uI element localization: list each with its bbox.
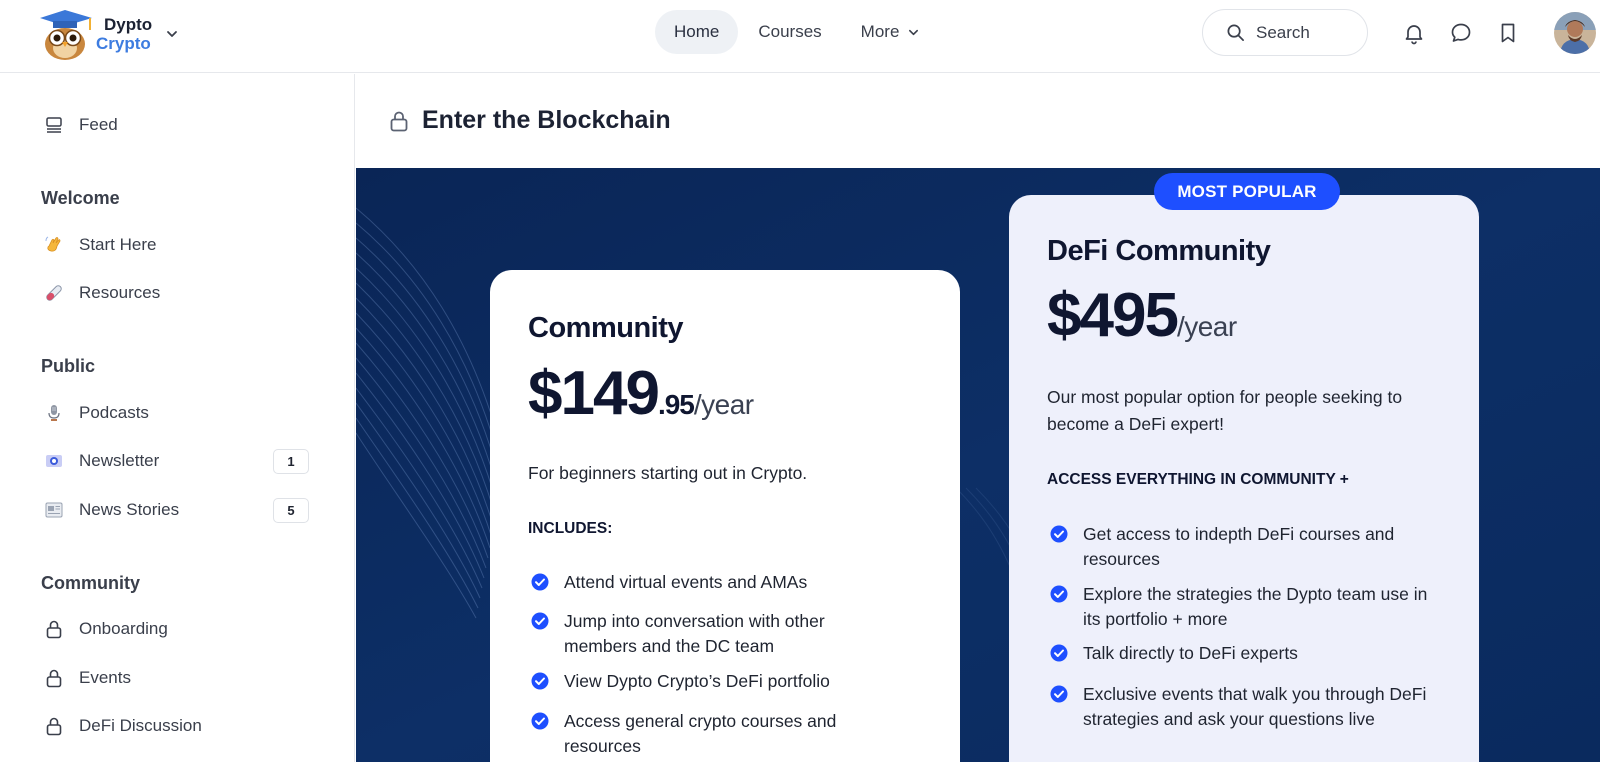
- check-circle-icon: [1050, 685, 1068, 703]
- check-circle-icon: [531, 712, 549, 730]
- lock-icon: [390, 111, 408, 132]
- sidebar-item-resources[interactable]: Resources: [34, 273, 309, 313]
- newspaper-icon: [45, 502, 63, 518]
- feature-item: View Dypto Crypto’s DeFi portfolio: [531, 669, 931, 694]
- feature-text: Exclusive events that walk you through D…: [1083, 684, 1427, 729]
- feature-item: Attend virtual events and AMAs: [531, 570, 931, 595]
- feature-item: Exclusive events that walk you through D…: [1050, 682, 1430, 732]
- nav-courses-label: Courses: [758, 22, 822, 41]
- feature-text: Jump into conversation with other member…: [564, 611, 825, 656]
- nav-more-label: More: [860, 22, 900, 41]
- feature-text: Get access to indepth DeFi courses and r…: [1083, 524, 1395, 569]
- sidebar-item-onboarding[interactable]: Onboarding: [34, 609, 309, 649]
- check-circle-icon: [531, 672, 549, 690]
- price-cents: .95: [657, 389, 695, 420]
- count-badge: 1: [273, 449, 309, 474]
- nav-home[interactable]: Home: [655, 10, 739, 54]
- sidebar-item-label: News Stories: [79, 500, 180, 519]
- nav-home-label: Home: [674, 22, 720, 41]
- feature-item: Jump into conversation with other member…: [531, 609, 891, 659]
- sidebar-item-podcasts[interactable]: Podcasts: [34, 393, 309, 433]
- microphone-icon: [48, 405, 60, 421]
- feature-text: Attend virtual events and AMAs: [564, 572, 808, 592]
- includes-heading: INCLUDES:: [528, 520, 613, 537]
- check-circle-icon: [531, 573, 549, 591]
- feed-icon: [46, 117, 62, 133]
- sidebar-item-label: DeFi Discussion: [79, 716, 202, 735]
- plan-description: For beginners starting out in Crypto.: [528, 463, 808, 483]
- feature-text: View Dypto Crypto’s DeFi portfolio: [564, 671, 830, 691]
- plan-card-defi-community[interactable]: DeFi Community $495 /year Our most popul…: [1009, 195, 1479, 762]
- lock-icon: [46, 620, 62, 639]
- sidebar-item-start-here[interactable]: Start Here: [34, 225, 309, 265]
- sidebar-item-events[interactable]: Events: [34, 658, 309, 698]
- feature-item: Explore the strategies the Dypto team us…: [1050, 582, 1430, 632]
- price-amount: $149: [528, 359, 660, 428]
- chat-icon[interactable]: [1449, 21, 1473, 45]
- chevron-down-icon: [167, 31, 178, 37]
- feature-text: Talk directly to DeFi experts: [1083, 643, 1298, 663]
- newsletter-icon: [46, 455, 62, 467]
- sidebar-item-label: Feed: [79, 115, 118, 134]
- feature-item: Access general crypto courses and resour…: [531, 709, 891, 759]
- sidebar-item-label: Podcasts: [79, 403, 149, 422]
- plan-description: Our most popular option for people seeki…: [1047, 387, 1403, 434]
- plan-name: DeFi Community: [1047, 235, 1271, 267]
- plan-price: $495 /year: [1047, 280, 1237, 351]
- lock-icon: [46, 717, 62, 736]
- sidebar-item-label: Onboarding: [79, 619, 168, 638]
- check-circle-icon: [1050, 644, 1068, 662]
- sidebar-item-newsletter[interactable]: Newsletter 1: [34, 441, 309, 481]
- nav-courses[interactable]: Courses: [739, 10, 840, 54]
- most-popular-badge: MOST POPULAR: [1154, 173, 1340, 210]
- count-badge: 5: [273, 498, 309, 523]
- lock-icon: [46, 669, 62, 688]
- section-heading-community: Community: [41, 573, 140, 593]
- feature-text: Access general crypto courses and resour…: [564, 711, 837, 756]
- main-nav: Home Courses More: [655, 10, 939, 54]
- plan-card-community[interactable]: Community $149 .95 /year For beginners s…: [490, 270, 960, 762]
- sidebar-item-label: Events: [79, 668, 131, 687]
- price-period: /year: [1176, 311, 1237, 342]
- sidebar-item-defi-discussion[interactable]: DeFi Discussion: [34, 706, 309, 746]
- brand-name-line1: Dypto: [104, 15, 153, 34]
- nav-more[interactable]: More: [842, 10, 939, 54]
- plan-price: $149 .95 /year: [528, 358, 754, 429]
- sidebar: Feed Welcome Start Here Resources Public…: [0, 74, 355, 762]
- sidebar-item-label: Newsletter: [79, 451, 160, 470]
- bookmark-icon[interactable]: [1496, 21, 1520, 45]
- brand-name-line2: Crypto: [96, 34, 151, 53]
- check-circle-icon: [1050, 585, 1068, 603]
- wave-hand-icon: [45, 236, 61, 252]
- includes-heading: ACCESS EVERYTHING IN COMMUNITY +: [1047, 471, 1349, 488]
- avatar[interactable]: [1554, 12, 1596, 54]
- check-circle-icon: [1050, 525, 1068, 543]
- pricing-hero: Community $149 .95 /year For beginners s…: [356, 168, 1600, 762]
- plan-name: Community: [528, 312, 684, 344]
- section-heading-welcome: Welcome: [41, 188, 120, 208]
- top-header: Dypto Crypto Home Courses More Search: [0, 0, 1600, 73]
- sidebar-item-feed[interactable]: Feed: [34, 105, 309, 145]
- sidebar-item-label: Resources: [79, 283, 161, 302]
- check-circle-icon: [531, 612, 549, 630]
- sidebar-item-label: Start Here: [79, 235, 157, 254]
- page-header: Enter the Blockchain: [356, 74, 1600, 168]
- page-title: Enter the Blockchain: [422, 106, 671, 134]
- feature-item: Talk directly to DeFi experts: [1050, 641, 1430, 666]
- owl-logo-icon: [40, 10, 92, 60]
- feature-text: Explore the strategies the Dypto team us…: [1083, 584, 1428, 629]
- chevron-down-icon: [909, 29, 919, 35]
- price-amount: $495: [1047, 281, 1179, 350]
- section-heading-public: Public: [41, 356, 96, 376]
- brand-switcher[interactable]: Dypto Crypto: [34, 8, 178, 60]
- feature-item: Get access to indepth DeFi courses and r…: [1050, 522, 1430, 572]
- bell-icon[interactable]: [1402, 21, 1426, 45]
- test-tube-icon: [46, 285, 62, 301]
- search-placeholder: Search: [1256, 22, 1310, 42]
- search-button[interactable]: Search: [1202, 9, 1368, 56]
- sidebar-item-news-stories[interactable]: News Stories 5: [34, 490, 309, 530]
- price-period: /year: [693, 389, 754, 420]
- search-icon: [1227, 24, 1244, 41]
